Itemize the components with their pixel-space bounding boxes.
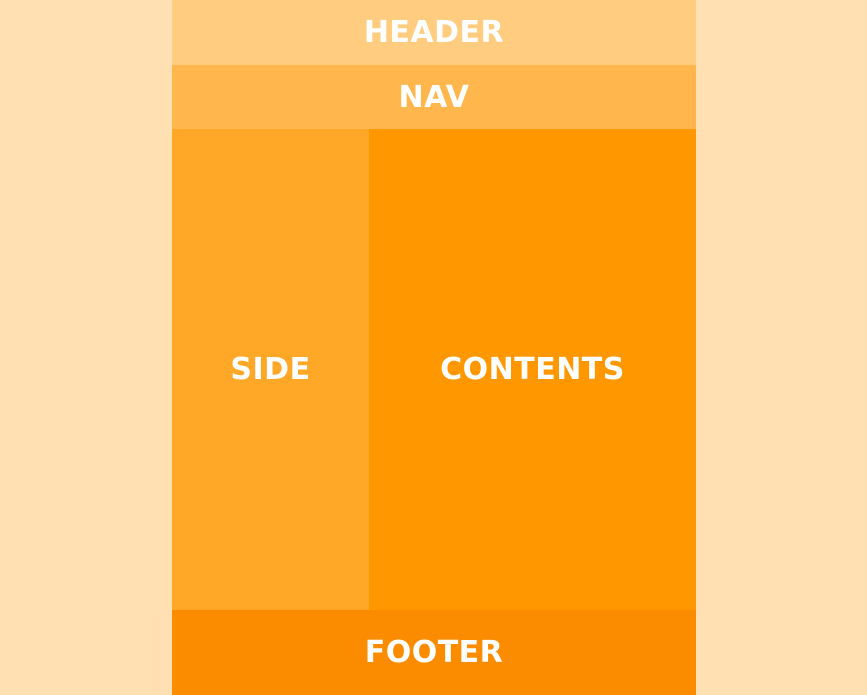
footer-block: FOOTER	[172, 610, 696, 695]
nav-block: NAV	[172, 65, 696, 129]
contents-block: CONTENTS	[369, 129, 696, 610]
contents-label: CONTENTS	[440, 352, 625, 387]
header-block: HEADER	[172, 0, 696, 65]
nav-label: NAV	[398, 79, 470, 115]
header-label: HEADER	[363, 15, 505, 50]
page-background: HEADER NAV SIDE CONTENTS FOOTER	[0, 0, 867, 695]
layout-diagram: HEADER NAV SIDE CONTENTS FOOTER	[172, 0, 696, 695]
side-label: SIDE	[230, 352, 311, 387]
footer-label: FOOTER	[364, 635, 504, 670]
side-block: SIDE	[172, 129, 369, 610]
